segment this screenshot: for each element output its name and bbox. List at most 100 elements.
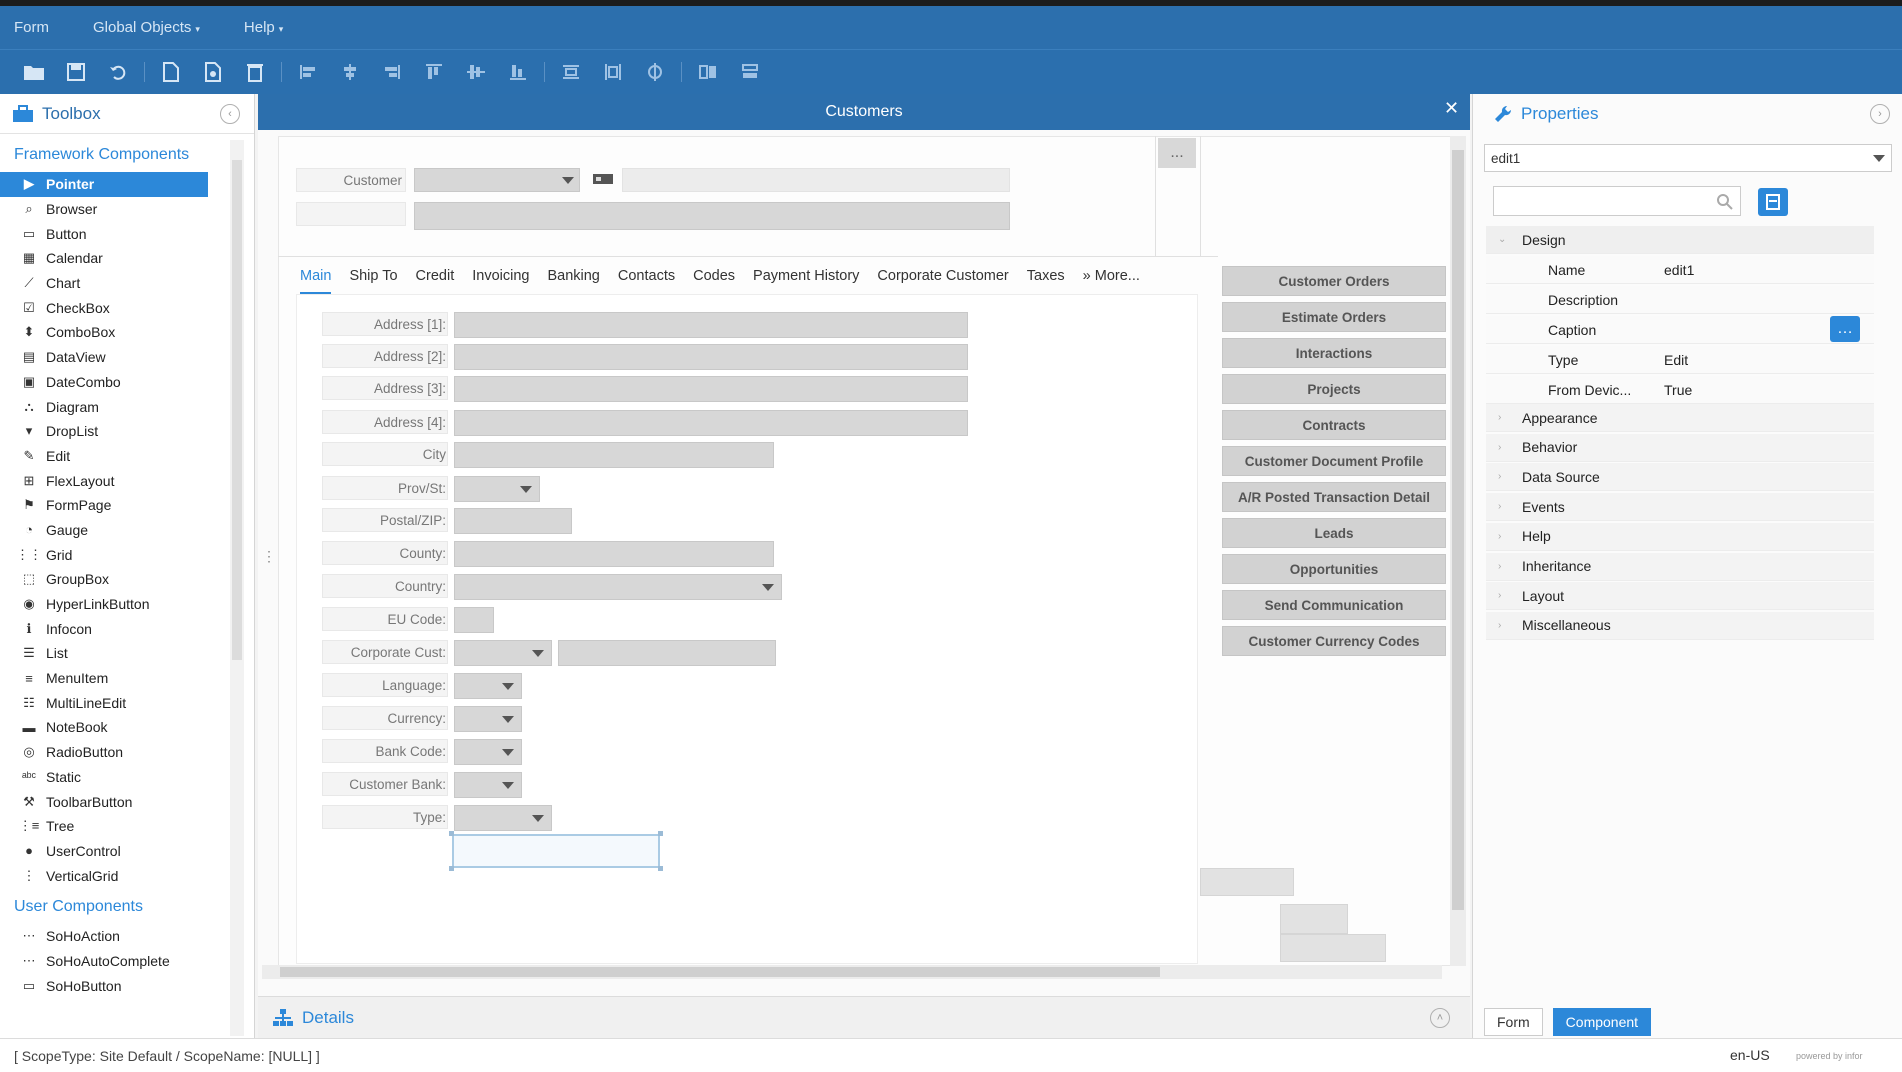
tab-codes[interactable]: Codes [693,268,735,294]
properties-search-input[interactable] [1493,186,1741,216]
property-group-miscellaneous[interactable]: › Miscellaneous [1486,611,1874,640]
align-center-icon[interactable] [334,57,366,87]
input-city[interactable] [454,442,774,468]
save-icon[interactable] [60,57,92,87]
tool-item-menuitem[interactable]: ≡ MenuItem [0,666,254,691]
edit1-selected-field[interactable] [452,834,660,868]
input-address-4[interactable] [454,410,968,436]
tool-item-datecombo[interactable]: ▣ DateCombo [0,370,254,395]
property-row-type[interactable]: Type Edit [1486,346,1874,374]
input-address-1[interactable] [454,312,968,338]
tool-item-hyperlinkbutton[interactable]: ◉ HyperLinkButton [0,592,254,617]
tab-more[interactable]: » More... [1083,268,1140,294]
property-row-description[interactable]: Description [1486,286,1874,314]
align-top-icon[interactable] [418,57,450,87]
side-button-contracts[interactable]: Contracts [1222,410,1446,440]
tool-item-flexlayout[interactable]: ⊞ FlexLayout [0,468,254,493]
same-width-icon[interactable] [692,57,724,87]
property-group-inheritance[interactable]: › Inheritance [1486,552,1874,581]
placeholder-block[interactable] [1200,868,1294,896]
chevron-right-icon[interactable]: › [1498,590,1501,601]
resize-handle[interactable] [449,831,454,836]
open-folder-icon[interactable] [18,57,50,87]
tool-item-tree[interactable]: ⋮≡ Tree [0,814,254,839]
tab-banking[interactable]: Banking [547,268,599,294]
tool-item-radiobutton[interactable]: ◎ RadioButton [0,740,254,765]
input-corporate-cust-name[interactable] [558,640,776,666]
tool-item-notebook[interactable]: ▬ NoteBook [0,715,254,740]
undo-icon[interactable] [102,57,134,87]
tab-credit[interactable]: Credit [416,268,455,294]
collapse-right-icon[interactable]: › [1870,104,1890,124]
tool-item-list[interactable]: ☰ List [0,641,254,666]
side-button-customer-orders[interactable]: Customer Orders [1222,266,1446,296]
tab-invoicing[interactable]: Invoicing [472,268,529,294]
side-button-send-communication[interactable]: Send Communication [1222,590,1446,620]
placeholder-block[interactable] [1280,934,1386,962]
menu-form[interactable]: Form [14,19,49,36]
side-button-estimate-orders[interactable]: Estimate Orders [1222,302,1446,332]
side-button-customer-document-profile[interactable]: Customer Document Profile [1222,446,1446,476]
tool-item-infocon[interactable]: ℹ Infocon [0,616,254,641]
tab-corporate-customer[interactable]: Corporate Customer [877,268,1008,294]
tool-item-button[interactable]: ▭ Button [0,221,254,246]
tool-item-grid[interactable]: ⋮⋮ Grid [0,542,254,567]
resize-handle[interactable] [658,866,663,871]
menu-global-objects[interactable]: Global Objects ▾ [93,19,200,36]
delete-icon[interactable] [239,57,271,87]
tool-item-toolbarbutton[interactable]: ⚒ ToolbarButton [0,789,254,814]
property-group-data-source[interactable]: › Data Source [1486,463,1874,492]
customer-extra-field[interactable] [622,168,1010,192]
tab-contacts[interactable]: Contacts [618,268,675,294]
distribute-h-icon[interactable] [555,57,587,87]
chevron-right-icon[interactable]: › [1498,501,1501,512]
id-card-icon[interactable] [592,172,614,186]
align-right-icon[interactable] [376,57,408,87]
resize-handle[interactable] [449,866,454,871]
chevron-down-icon[interactable]: ⌄ [1498,234,1506,245]
align-bottom-icon[interactable] [502,57,534,87]
tab-payment-history[interactable]: Payment History [753,268,859,294]
tool-item-formpage[interactable]: ⚑ FormPage [0,493,254,518]
tool-item-dataview[interactable]: ▤ DataView [0,345,254,370]
chevron-right-icon[interactable]: › [1498,412,1501,423]
side-button-interactions[interactable]: Interactions [1222,338,1446,368]
new-doc-icon[interactable] [155,57,187,87]
align-left-icon[interactable] [292,57,324,87]
tool-item-combobox[interactable]: ⬍ ComboBox [0,320,254,345]
input-address-3[interactable] [454,376,968,402]
align-middle-icon[interactable] [460,57,492,87]
object-selector[interactable]: edit1 [1484,144,1892,172]
property-value[interactable]: edit1 [1664,262,1694,278]
combo-country[interactable] [454,574,782,600]
expand-up-icon[interactable]: ˄ [1430,1007,1450,1028]
tab-component[interactable]: Component [1552,1008,1652,1036]
property-row-name[interactable]: Name edit1 [1486,256,1874,284]
input-eu-code[interactable] [454,607,494,633]
side-button-leads[interactable]: Leads [1222,518,1446,548]
customer-name-field[interactable] [414,202,1010,230]
toolbox-scrollbar-thumb[interactable] [232,160,242,660]
close-icon[interactable]: ✕ [1444,98,1459,119]
tool-item-calendar[interactable]: ▦ Calendar [0,246,254,271]
tool-item-edit[interactable]: ✎ Edit [0,444,254,469]
tab-taxes[interactable]: Taxes [1027,268,1065,294]
designer-vertical-scrollbar-thumb[interactable] [1452,150,1464,910]
details-bar[interactable]: Details ˄ [258,996,1470,1038]
distribute-v-icon[interactable] [597,57,629,87]
side-button-projects[interactable]: Projects [1222,374,1446,404]
placeholder-block[interactable] [1280,904,1348,934]
tool-item-usercontrol[interactable]: ● UserControl [0,839,254,864]
chevron-right-icon[interactable]: › [1498,620,1501,631]
ellipsis-button[interactable]: ... [1158,138,1196,168]
side-button-customer-currency-codes[interactable]: Customer Currency Codes [1222,626,1446,656]
tool-item-verticalgrid[interactable]: ⋮ VerticalGrid [0,863,254,888]
tool-item-static[interactable]: ᵃᵇᶜ Static [0,765,254,790]
input-address-2[interactable] [454,344,968,370]
customer-name-label-box[interactable] [296,202,406,226]
tool-item-diagram[interactable]: ⛬ Diagram [0,394,254,419]
caption-edit-button[interactable]: … [1830,316,1860,342]
property-group-design[interactable]: ⌄ Design [1486,226,1874,254]
property-row-from-devic[interactable]: From Devic... True [1486,376,1874,404]
tool-item-pointer[interactable]: ▶ Pointer [0,172,208,197]
